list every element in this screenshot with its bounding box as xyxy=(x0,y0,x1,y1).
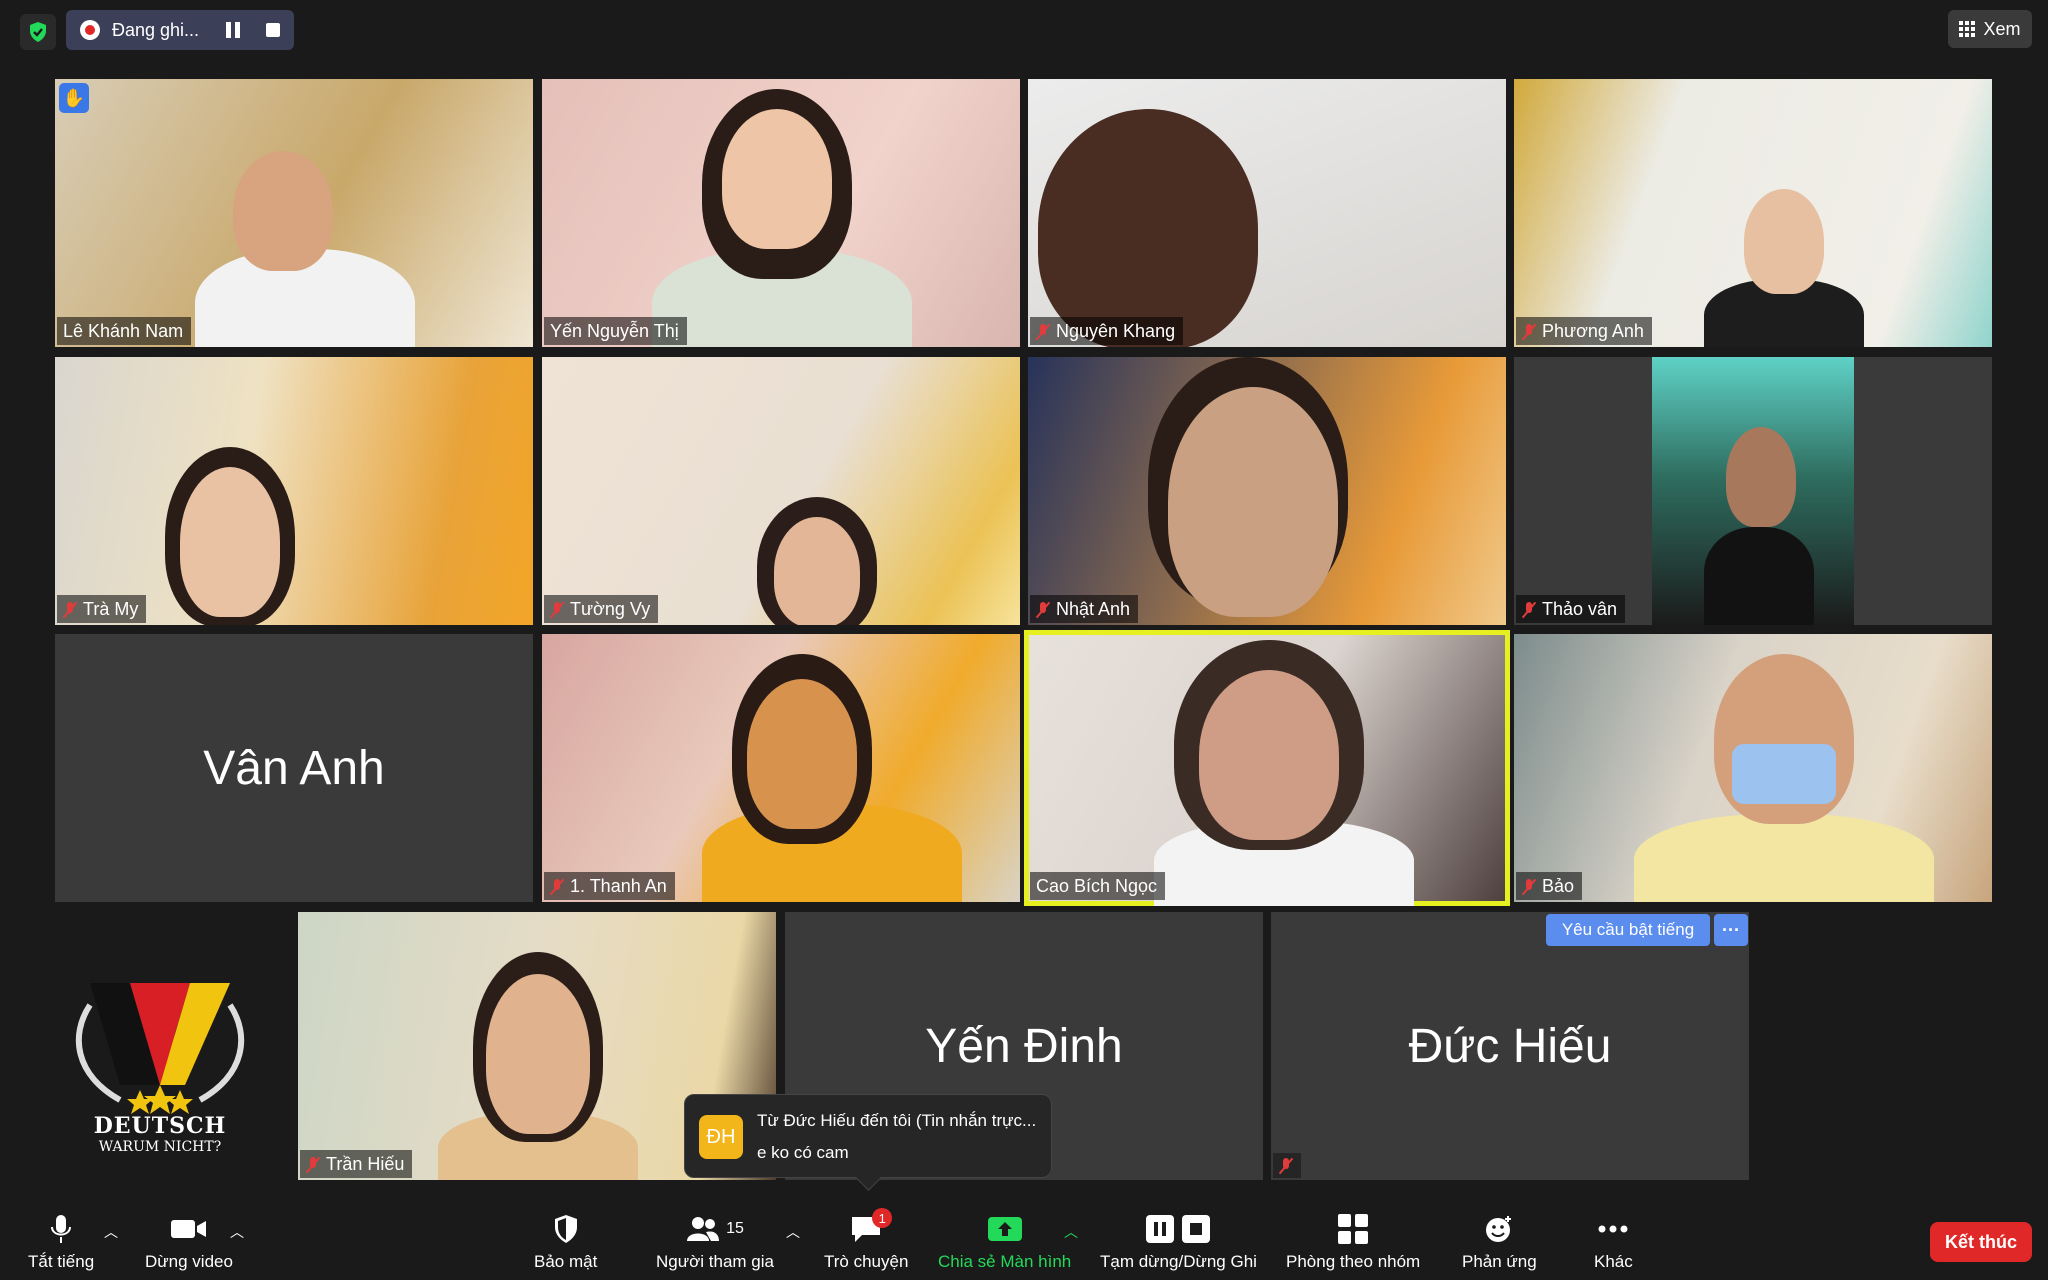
chat-label: Trò chuyện xyxy=(824,1252,909,1271)
video-tile[interactable]: Thảo vân xyxy=(1514,357,1992,625)
breakout-rooms-icon xyxy=(1338,1214,1369,1244)
video-tile[interactable]: ✋ Lê Khánh Nam xyxy=(55,79,533,347)
chat-notification[interactable]: ĐH Từ Đức Hiếu đến tôi (Tin nhắn trực...… xyxy=(684,1094,1052,1178)
pause-stop-recording-button[interactable]: Tạm dừng/Dừng Ghi xyxy=(1100,1212,1257,1272)
breakout-rooms-label: Phòng theo nhóm xyxy=(1286,1252,1421,1271)
more-options-button[interactable]: ··· xyxy=(1714,914,1748,946)
stop-icon xyxy=(1182,1215,1211,1243)
participant-name: 1. Thanh An xyxy=(544,872,675,900)
mic-muted-icon xyxy=(1522,323,1536,341)
stop-video-button[interactable]: Dừng video xyxy=(145,1212,233,1272)
chat-message-text: e ko có cam xyxy=(757,1143,849,1162)
mic-muted-icon xyxy=(1279,1157,1293,1175)
share-screen-icon xyxy=(987,1217,1022,1241)
security-shield-icon[interactable] xyxy=(20,14,56,50)
video-camera-icon xyxy=(170,1220,206,1238)
more-button[interactable]: Khác xyxy=(1594,1212,1633,1272)
video-tile-off[interactable]: Vân Anh xyxy=(55,634,533,902)
video-tile-active-speaker[interactable]: Cao Bích Ngọc xyxy=(1024,630,1510,906)
shield-icon xyxy=(554,1215,577,1243)
participant-name-large: Đức Hiếu xyxy=(1408,1019,1612,1073)
unread-badge: 1 xyxy=(872,1208,893,1228)
participant-name: Bảo xyxy=(1516,872,1583,900)
view-label: Xem xyxy=(1983,18,2021,39)
end-meeting-button[interactable]: Kết thúc xyxy=(1930,1222,2032,1262)
participant-name: Trần Hiếu xyxy=(300,1150,413,1178)
breakout-rooms-button[interactable]: Phòng theo nhóm xyxy=(1286,1212,1420,1272)
share-screen-label: Chia sẻ Màn hình xyxy=(938,1252,1072,1271)
participants-icon xyxy=(687,1217,720,1241)
logo-text-main: DEUTSCH xyxy=(93,1113,227,1139)
more-dots-icon xyxy=(1598,1225,1628,1233)
video-tile[interactable]: Bảo xyxy=(1514,634,1992,902)
participants-button[interactable]: 15 Người tham gia xyxy=(656,1212,774,1272)
video-tile[interactable]: Nguyên Khang xyxy=(1028,79,1506,347)
participant-mute-indicator xyxy=(1273,1153,1301,1178)
mute-button[interactable]: Tắt tiếng xyxy=(28,1212,94,1272)
raised-hand-icon: ✋ xyxy=(59,83,89,113)
emoji-reaction-icon xyxy=(1486,1216,1512,1242)
video-tile[interactable]: Trà My xyxy=(55,357,533,625)
record-dot-icon xyxy=(80,20,100,40)
mic-muted-icon xyxy=(550,878,564,896)
grid-icon xyxy=(1959,21,1976,37)
participant-name: Trà My xyxy=(57,595,147,623)
view-button[interactable]: Xem xyxy=(1948,10,2032,48)
video-options-chevron-icon[interactable]: ︿ xyxy=(230,1222,244,1242)
participants-label: Người tham gia xyxy=(656,1252,774,1271)
logo-text-sub: WARUM NICHT? xyxy=(98,1139,222,1155)
mute-label: Tắt tiếng xyxy=(28,1252,95,1271)
video-tile-off[interactable]: Đức Hiếu xyxy=(1271,912,1749,1180)
share-options-chevron-icon[interactable]: ︿ xyxy=(1064,1222,1078,1242)
recording-label: Đang ghi... xyxy=(112,19,200,40)
participant-name: Thảo vân xyxy=(1516,595,1626,623)
pause-icon xyxy=(1146,1215,1175,1243)
recording-indicator: Đang ghi... xyxy=(66,10,294,50)
video-tile[interactable]: Phương Anh xyxy=(1514,79,1992,347)
meeting-toolbar: Tắt tiếng ︿ Dừng video ︿ Bảo mật 15 Ngườ… xyxy=(0,1202,2048,1280)
audio-options-chevron-icon[interactable]: ︿ xyxy=(104,1222,118,1242)
ask-to-unmute-button[interactable]: Yêu cầu bật tiếng xyxy=(1546,914,1710,946)
share-screen-button[interactable]: Chia sẻ Màn hình xyxy=(938,1212,1071,1272)
top-bar: Đang ghi... Xem xyxy=(0,0,2048,60)
participants-chevron-icon[interactable]: ︿ xyxy=(786,1222,800,1242)
more-label: Khác xyxy=(1594,1252,1633,1271)
participant-name: Cao Bích Ngọc xyxy=(1030,872,1166,900)
zoom-meeting-window: Đang ghi... Xem ✋ Lê Khánh Nam Yến Nguyễ… xyxy=(0,0,2048,1280)
participant-name: Tường Vy xyxy=(544,595,659,623)
chat-button[interactable]: 1 Trò chuyện xyxy=(824,1208,909,1272)
reactions-label: Phản ứng xyxy=(1462,1252,1537,1271)
video-tile[interactable]: Tường Vy xyxy=(542,357,1020,625)
video-tile[interactable]: Nhật Anh xyxy=(1028,357,1506,625)
participant-name: Yến Nguyễn Thị xyxy=(544,317,687,345)
mic-muted-icon xyxy=(306,1156,320,1174)
participants-count: 15 xyxy=(726,1220,744,1237)
chat-sender-line: Từ Đức Hiếu đến tôi (Tin nhắn trực... xyxy=(757,1111,1037,1130)
pause-stop-recording-label: Tạm dừng/Dừng Ghi xyxy=(1100,1252,1257,1271)
mic-muted-icon xyxy=(1036,323,1050,341)
participant-name-large: Vân Anh xyxy=(203,741,385,795)
participant-name: Lê Khánh Nam xyxy=(57,317,192,345)
mic-muted-icon xyxy=(63,601,77,619)
video-tile[interactable]: Yến Nguyễn Thị xyxy=(542,79,1020,347)
pause-recording-icon[interactable] xyxy=(226,22,242,38)
video-tile[interactable]: 1. Thanh An xyxy=(542,634,1020,902)
stop-recording-icon[interactable] xyxy=(266,23,280,37)
security-label: Bảo mật xyxy=(534,1252,598,1271)
participant-name: Nhật Anh xyxy=(1030,595,1139,623)
school-logo: DEUTSCH WARUM NICHT? xyxy=(60,975,260,1165)
mic-muted-icon xyxy=(1036,601,1050,619)
participant-name: Nguyên Khang xyxy=(1030,317,1184,345)
microphone-icon xyxy=(51,1215,72,1243)
reactions-button[interactable]: Phản ứng xyxy=(1462,1212,1537,1272)
laurel-wreath-icon xyxy=(75,983,245,1114)
security-button[interactable]: Bảo mật xyxy=(534,1212,597,1272)
stop-video-label: Dừng video xyxy=(145,1252,233,1271)
mic-muted-icon xyxy=(1522,601,1536,619)
mic-muted-icon xyxy=(1522,878,1536,896)
mic-muted-icon xyxy=(550,601,564,619)
sender-avatar: ĐH xyxy=(699,1115,743,1159)
participant-name: Phương Anh xyxy=(1516,317,1652,345)
